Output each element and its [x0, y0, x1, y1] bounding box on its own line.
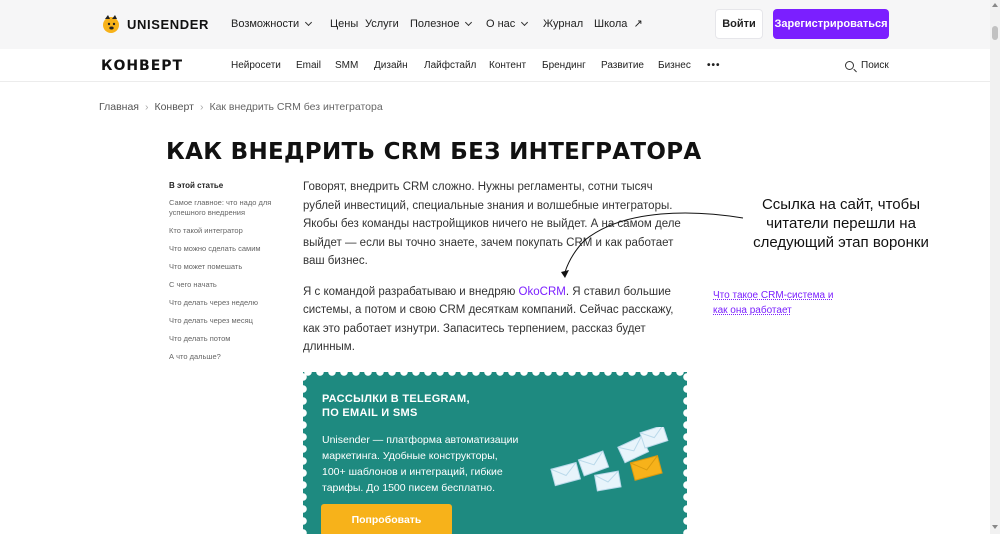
- section-nav-item[interactable]: SMM: [335, 60, 374, 71]
- nav-label: Цены: [330, 17, 359, 30]
- logo-text: UNISENDER: [127, 16, 209, 32]
- search-label: Поиск: [861, 60, 889, 71]
- annotation-note: Ссылка на сайт, чтобы читатели перешли н…: [753, 196, 929, 251]
- toc-item[interactable]: Что делать через месяц: [169, 316, 289, 326]
- section-nav-item[interactable]: Бизнес: [658, 60, 707, 71]
- search-icon: [845, 61, 854, 70]
- dog-logo-icon: [101, 14, 121, 34]
- login-button[interactable]: Войти: [715, 9, 763, 39]
- nav-item-services[interactable]: Услуги: [365, 18, 410, 30]
- promo-title: РАССЫЛКИ В TELEGRAM, ПО EMAIL И SMS: [322, 392, 470, 420]
- main-nav: Возможности Цены Услуги Полезное О нас Ж…: [231, 17, 643, 31]
- toc-item[interactable]: Кто такой интегратор: [169, 226, 289, 236]
- promo-text: Unisender — платформа автоматизации марк…: [322, 434, 519, 494]
- toc-item[interactable]: А что дальше?: [169, 352, 289, 362]
- nav-item-about[interactable]: О нас: [486, 18, 543, 30]
- nav-item-features[interactable]: Возможности: [231, 18, 330, 30]
- promo-title-line: РАССЫЛКИ В TELEGRAM,: [322, 393, 470, 405]
- nav-label: О нас: [486, 17, 516, 30]
- breadcrumb-current: Как внедрить CRM без интегратора: [209, 101, 383, 113]
- toc-item[interactable]: С чего начать: [169, 280, 289, 290]
- toc-item[interactable]: Что можно сделать самим: [169, 244, 289, 254]
- nav-item-prices[interactable]: Цены: [330, 18, 365, 30]
- section-nav-item[interactable]: Лайфстайл: [424, 60, 489, 71]
- table-of-contents: В этой статье Самое главное: что надо дл…: [169, 181, 289, 370]
- flying-envelopes-icon: [550, 427, 669, 492]
- nav-item-useful[interactable]: Полезное: [410, 18, 486, 30]
- nav-item-journal[interactable]: Журнал: [543, 18, 594, 30]
- nav-label: Журнал: [543, 17, 584, 30]
- promo-banner: РАССЫЛКИ В TELEGRAM, ПО EMAIL И SMS Unis…: [303, 372, 687, 534]
- section-nav-item[interactable]: Развитие: [601, 60, 658, 71]
- section-header: КОНВЕРТ Нейросети Email SMM Дизайн Лайфс…: [0, 50, 990, 82]
- section-nav-item[interactable]: Брендинг: [542, 60, 601, 71]
- breadcrumb-home[interactable]: Главная: [99, 101, 139, 113]
- more-menu-button[interactable]: •••: [707, 60, 721, 71]
- page-scrollbar[interactable]: [990, 0, 1000, 534]
- scroll-down-arrow-icon[interactable]: [992, 525, 998, 529]
- breadcrumb-konvert[interactable]: Конверт: [154, 101, 193, 113]
- chevron-down-icon: [521, 18, 529, 26]
- unisender-logo[interactable]: UNISENDER: [101, 14, 209, 34]
- perforation-decoration: [679, 372, 687, 534]
- section-nav-item[interactable]: Дизайн: [374, 60, 424, 71]
- breadcrumb: Главная › Конверт › Как внедрить CRM без…: [99, 101, 383, 113]
- nav-label: Полезное: [410, 17, 460, 30]
- section-nav-item[interactable]: Нейросети: [231, 60, 296, 71]
- toc-item[interactable]: Что делать через неделю: [169, 298, 289, 308]
- perforation-decoration: [303, 372, 687, 380]
- article-paragraph: Я с командой разрабатываю и внедряю OkoC…: [303, 283, 688, 357]
- toc-item[interactable]: Самое главное: что надо для успешного вн…: [169, 198, 289, 218]
- search-button[interactable]: Поиск: [845, 60, 889, 71]
- register-button[interactable]: Зарегистрироваться: [773, 9, 889, 39]
- related-link-text: Что такое CRM-система и как она работает: [713, 290, 834, 316]
- toc-heading: В этой статье: [169, 181, 224, 190]
- nav-label: Возможности: [231, 17, 300, 30]
- page-title: КАК ВНЕДРИТЬ CRM БЕЗ ИНТЕГРАТОРА: [166, 139, 702, 165]
- chevron-down-icon: [465, 18, 473, 26]
- scroll-thumb[interactable]: [992, 26, 998, 40]
- nav-label: Школа: [594, 17, 628, 30]
- perforation-decoration: [303, 372, 311, 534]
- promo-title-line: ПО EMAIL И SMS: [322, 407, 418, 419]
- scroll-up-arrow-icon[interactable]: [992, 3, 998, 7]
- section-nav: Нейросети Email SMM Дизайн Лайфстайл Кон…: [231, 60, 721, 71]
- breadcrumb-separator-icon: ›: [199, 101, 204, 113]
- section-nav-item[interactable]: Контент: [489, 60, 542, 71]
- breadcrumb-separator-icon: ›: [144, 101, 149, 113]
- top-header: UNISENDER Возможности Цены Услуги Полезн…: [0, 0, 990, 49]
- nav-item-school[interactable]: Школа ↗: [594, 17, 643, 31]
- toc-item[interactable]: Что делать потом: [169, 334, 289, 344]
- external-arrow-icon: ↗: [633, 18, 643, 30]
- okocrm-link[interactable]: OkoCRM: [519, 286, 566, 298]
- paragraph-text: Я с командой разрабатываю и внедряю: [303, 285, 519, 298]
- try-button[interactable]: Попробовать: [321, 504, 452, 534]
- nav-label: Услуги: [365, 17, 399, 30]
- section-nav-item[interactable]: Email: [296, 60, 335, 71]
- related-article-link[interactable]: Что такое CRM-система и как она работает: [713, 288, 843, 318]
- annotation-arrow-icon: [561, 212, 744, 278]
- chevron-down-icon: [305, 18, 313, 26]
- konvert-brand[interactable]: КОНВЕРТ: [101, 58, 183, 74]
- toc-item[interactable]: Что может помешать: [169, 262, 289, 272]
